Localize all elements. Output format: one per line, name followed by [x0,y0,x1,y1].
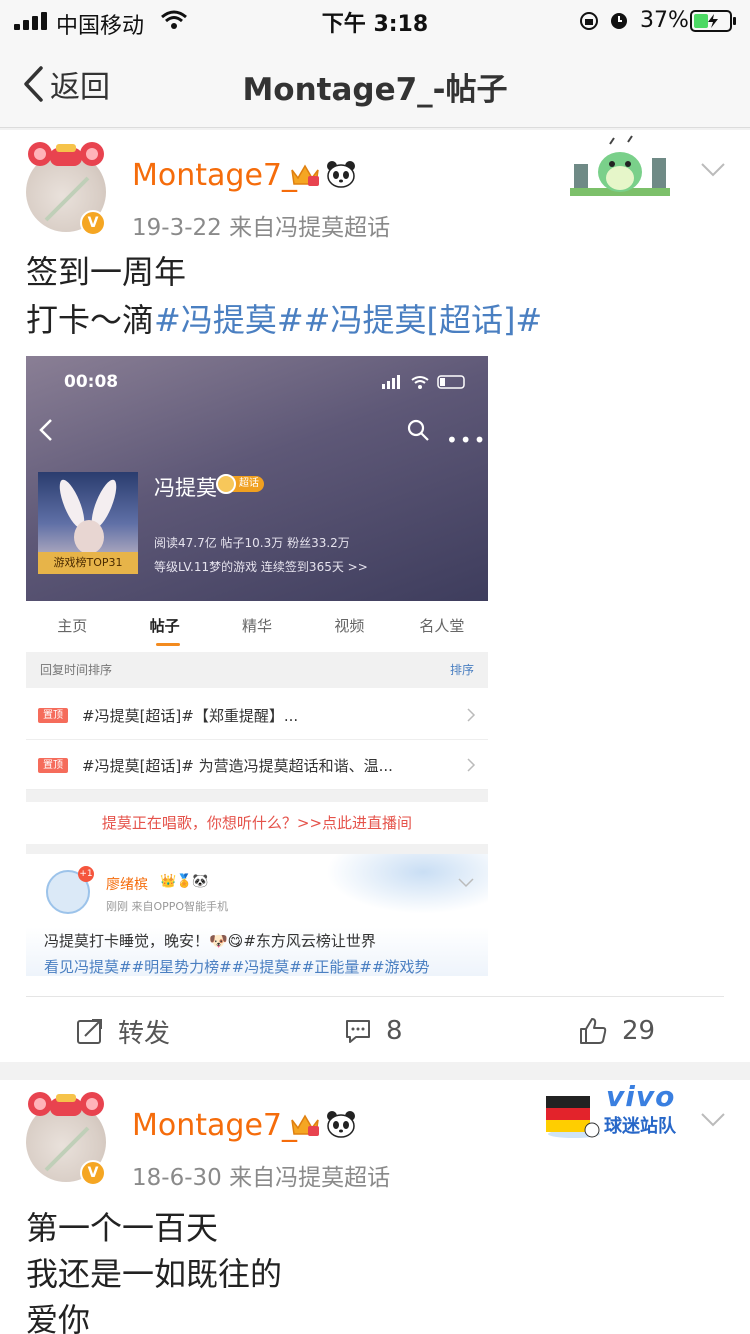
embedded-status-icons [382,375,465,389]
germany-flag-icon [546,1096,600,1138]
status-time: 下午 3:18 [321,12,429,37]
vivo-fan-badge: vivo 球迷站队 [540,1080,690,1146]
post-text-line: 打卡～滴#冯提莫##冯提莫[超话]# [26,298,542,342]
verified-icon: V [80,1160,106,1186]
supertopic-badge: 超话 [216,474,264,494]
chevron-down-icon [458,878,474,888]
post-text-line: 爱你 [26,1301,91,1334]
pinned-row-text: #冯提莫[超话]#【郑重提醒】... [82,707,299,725]
like-count: 29 [622,1016,656,1046]
repost-label: 转发 [118,1018,171,1049]
vivo-label: vivo [606,1080,676,1113]
username[interactable]: Montage7_ [132,1108,297,1143]
sub-post-username: 廖绪槟 [106,877,148,893]
username[interactable]: Montage7_ [132,158,297,193]
chevron-right-icon [467,758,476,772]
panda-icon [327,161,355,188]
sub-post-tags: 看见冯提莫##明星势力榜##冯提莫##正能量##游戏势 [44,958,430,976]
avatar: +1 [46,866,94,914]
live-banner: 提莫正在唱歌，你想听什么？>>点此进直播间 [101,814,413,832]
like-button[interactable]: 29 [578,1015,655,1047]
page-title: Montage7_-帖子 [242,72,508,108]
comment-icon [346,1020,370,1043]
divider [26,844,488,854]
search-icon [407,419,429,441]
embedded-sub-post: +1 廖绪槟 👑🏅🐼 刚刚 来自OPPO智能手机 冯提莫打卡睡觉，晚安！🐶😋#东… [26,854,488,976]
supertopic-name: 冯提莫 [154,476,217,500]
post-text-plain: 打卡～滴 [26,301,155,339]
supertopic-header: 00:08 ••• 游戏榜TOP31 冯提莫 超话 阅读47.7亿 帖子10.3… [26,356,488,601]
repost-icon [77,1019,102,1044]
tab-videos: 视频 [334,617,365,635]
divider [26,790,488,802]
dinosaur-sticker-icon [570,135,670,196]
post-text-line: 签到一周年 [26,253,187,291]
pinned-row: 置顶 #冯提莫[超话]# 为营造冯提莫超话和谐、温... [26,740,488,790]
alarm-icon [611,13,627,29]
verified-icon: V [80,210,106,236]
pinned-badge: 置顶 [38,758,68,773]
supertopic-level: 等级LV.11梦的游戏 连续签到365天 >> [154,560,368,574]
post-card: V Montage7_ 18-6-30 来自冯提莫超话 vivo 球迷站队 第一… [0,1080,750,1334]
sort-bar: 回复时间排序 排序 [26,652,488,688]
status-bar: 中国移动 下午 3:18 37% [0,0,750,40]
post-text-line: 第一个一百天 [26,1209,219,1247]
post-meta: 19-3-22 来自冯提莫超话 [132,215,391,241]
tab-hall-of-fame: 名人堂 [419,617,465,635]
supertopic-cover: 游戏榜TOP31 [38,472,138,574]
fan-team-label: 球迷站队 [604,1116,676,1137]
sort-label: 回复时间排序 [40,663,113,677]
post-actions: 转发 8 29 [26,996,724,1062]
chevron-down-icon[interactable] [700,162,726,178]
embedded-time: 00:08 [64,372,119,392]
supertopic-stats: 阅读47.7亿 帖子10.3万 粉丝33.2万 [154,536,350,550]
repost-button[interactable]: 转发 [76,1015,171,1049]
tab-home: 主页 [57,617,88,635]
pinned-row: 置顶 #冯提莫[超话]#【郑重提醒】... [26,690,488,740]
battery-icon [690,10,736,32]
navigation-bar: 返回 Montage7_-帖子 [0,40,750,128]
pinned-badge: 置顶 [38,708,68,723]
tab-highlights: 精华 [242,617,273,635]
crown-icon [291,164,319,186]
tab-underline [156,643,180,646]
rank-label: 游戏榜TOP31 [38,552,138,574]
sub-post-meta: 刚刚 来自OPPO智能手机 [106,900,229,913]
battery-percent: 37% [640,8,689,33]
post-card: V Montage7_ 19-3-22 来自冯提莫超话 签到一周年 打卡～滴#冯… [0,130,750,1062]
post-meta: 18-6-30 来自冯提莫超话 [132,1165,391,1191]
embedded-tabs: 主页 帖子 精华 视频 名人堂 [26,601,488,653]
sub-post-text: 冯提莫打卡睡觉，晚安！🐶😋#东方风云榜让世界 [44,932,376,950]
topic-tags-link[interactable]: #冯提莫##冯提莫[超话]# [154,301,542,339]
comment-count: 8 [386,1016,403,1046]
notification-badge: +1 [78,866,94,882]
badge-icons: 👑🏅🐼 [160,874,209,889]
post-image[interactable]: 00:08 ••• 游戏榜TOP31 冯提莫 超话 阅读47.7亿 帖子10.3… [26,356,488,976]
thumbs-up-icon [580,1018,607,1044]
rotation-lock-icon [580,12,598,30]
crown-icon [291,1114,319,1136]
more-icon: ••• [446,428,488,452]
sort-action: 排序 [449,663,474,677]
chevron-left-icon [39,419,52,441]
chevron-down-icon[interactable] [700,1112,726,1128]
post-text-line: 我还是一如既往的 [26,1255,283,1293]
panda-icon [327,1111,355,1138]
comment-button[interactable]: 8 [344,1015,403,1047]
chevron-right-icon [467,708,476,722]
pinned-row-text: #冯提莫[超话]# 为营造冯提莫超话和谐、温... [82,757,393,775]
diamond-icon [216,474,236,494]
